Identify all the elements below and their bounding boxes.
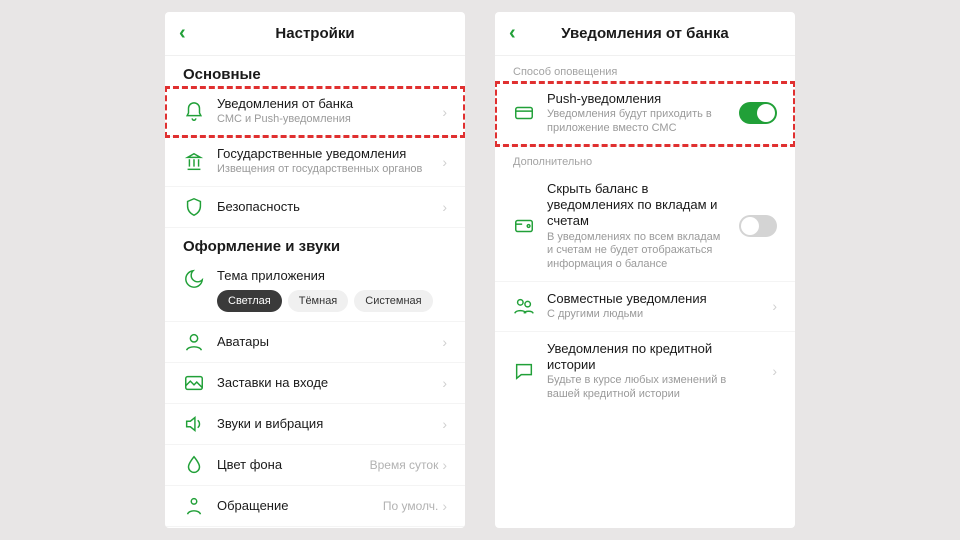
message-icon	[513, 360, 535, 382]
back-button[interactable]: ‹	[509, 22, 516, 45]
toggle-hide-balance[interactable]	[739, 215, 777, 237]
row-sub: Будьте в курсе любых изменений в вашей к…	[547, 374, 760, 402]
row-label: Цвет фона	[217, 457, 358, 473]
group-header-additional: Дополнительно	[495, 146, 795, 172]
row-sounds[interactable]: Звуки и вибрация ›	[165, 404, 465, 445]
theme-pill-light[interactable]: Светлая	[217, 290, 282, 312]
chevron-right-icon: ›	[442, 375, 447, 391]
image-icon	[183, 372, 205, 394]
row-sub: В уведомлениях по всем вкладам и счетам …	[547, 231, 727, 272]
content: Основные Уведомления от банка СМС и Push…	[165, 56, 465, 528]
section-header-appearance: Оформление и звуки	[165, 228, 465, 259]
row-label: Заставки на входе	[217, 375, 430, 391]
row-label: Push-уведомления	[547, 91, 727, 107]
row-label: Аватары	[217, 334, 430, 350]
droplet-icon	[183, 454, 205, 476]
row-trail: Время суток	[370, 458, 439, 472]
group-header-method: Способ оповещения	[495, 56, 795, 82]
bell-icon	[183, 101, 205, 123]
row-push[interactable]: Push-уведомления Уведомления будут прихо…	[495, 82, 795, 146]
chevron-right-icon: ›	[442, 104, 447, 120]
row-label: Уведомления от банка	[217, 96, 430, 112]
row-label: Звуки и вибрация	[217, 416, 430, 432]
wallet-icon	[513, 215, 535, 237]
government-icon	[183, 151, 205, 173]
chevron-right-icon: ›	[442, 334, 447, 350]
row-gov-notifications[interactable]: Государственные уведомления Извещения от…	[165, 137, 465, 187]
row-trail: По умолч.	[383, 499, 438, 513]
row-bank-notifications[interactable]: Уведомления от банка СМС и Push-уведомле…	[165, 87, 465, 137]
page-title: Настройки	[275, 25, 354, 42]
chevron-right-icon: ›	[772, 298, 777, 314]
row-shared-notifications[interactable]: Совместные уведомления С другими людьми …	[495, 282, 795, 332]
section-header-main: Основные	[165, 56, 465, 87]
row-label: Государственные уведомления	[217, 146, 430, 162]
person-icon	[183, 495, 205, 517]
settings-screen: ‹ Настройки Основные Уведомления от банк…	[165, 12, 465, 528]
row-label: Уведомления по кредитной истории	[547, 341, 760, 374]
row-sub: Извещения от государственных органов	[217, 163, 430, 177]
page-title: Уведомления от банка	[561, 25, 728, 42]
content: Способ оповещения Push-уведомления Уведо…	[495, 56, 795, 528]
toggle-push[interactable]	[739, 102, 777, 124]
avatar-icon	[183, 331, 205, 353]
sound-icon	[183, 413, 205, 435]
row-label: Тема приложения	[217, 268, 447, 284]
chevron-right-icon: ›	[442, 498, 447, 514]
row-splash[interactable]: Заставки на входе ›	[165, 363, 465, 404]
row-sub: СМС и Push-уведомления	[217, 113, 430, 127]
row-credit-history[interactable]: Уведомления по кредитной истории Будьте …	[495, 332, 795, 411]
row-label: Безопасность	[217, 199, 430, 215]
card-icon	[513, 102, 535, 124]
chevron-right-icon: ›	[772, 363, 777, 379]
row-label: Обращение	[217, 498, 371, 514]
row-security[interactable]: Безопасность ›	[165, 187, 465, 228]
shield-icon	[183, 196, 205, 218]
row-hide-balance[interactable]: Скрыть баланс в уведомлениях по вкладам …	[495, 172, 795, 282]
row-label: Скрыть баланс в уведомлениях по вкладам …	[547, 181, 727, 230]
row-bg-color[interactable]: Цвет фона Время суток›	[165, 445, 465, 486]
chevron-right-icon: ›	[442, 416, 447, 432]
chevron-right-icon: ›	[442, 199, 447, 215]
theme-pill-system[interactable]: Системная	[354, 290, 432, 312]
row-sub: Уведомления будут приходить в приложение…	[547, 108, 727, 136]
chevron-right-icon: ›	[442, 154, 447, 170]
notifications-screen: ‹ Уведомления от банка Способ оповещения…	[495, 12, 795, 528]
theme-pill-dark[interactable]: Тёмная	[288, 290, 349, 312]
chevron-right-icon: ›	[442, 457, 447, 473]
users-icon	[513, 295, 535, 317]
row-label: Совместные уведомления	[547, 291, 760, 307]
topbar: ‹ Настройки	[165, 12, 465, 56]
row-address[interactable]: Обращение По умолч. ›	[165, 486, 465, 527]
row-theme[interactable]: Тема приложения Светлая Тёмная Системная	[165, 259, 465, 322]
row-sub: С другими людьми	[547, 308, 760, 322]
back-button[interactable]: ‹	[179, 22, 186, 45]
section-header-home: Главный экран	[165, 527, 465, 528]
topbar: ‹ Уведомления от банка	[495, 12, 795, 56]
row-avatars[interactable]: Аватары ›	[165, 322, 465, 363]
moon-icon	[183, 268, 205, 290]
